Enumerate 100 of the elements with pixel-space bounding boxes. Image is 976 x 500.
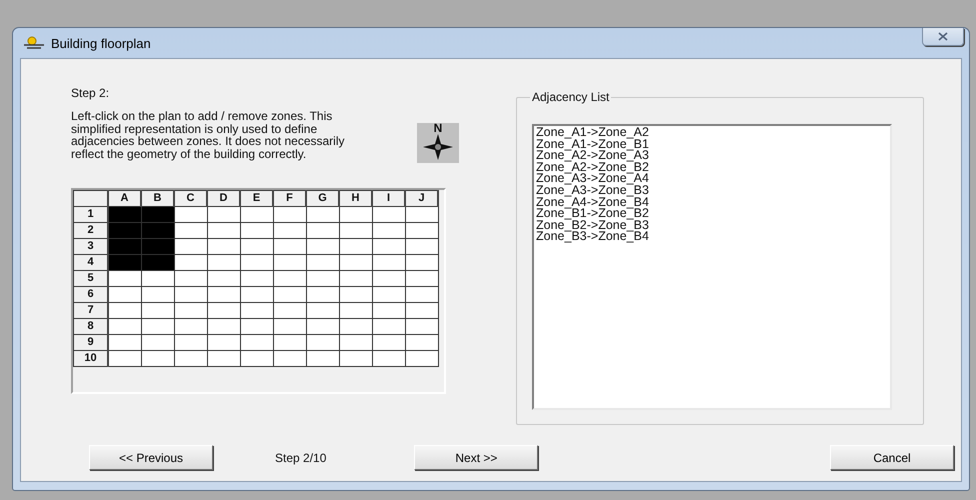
grid-cell[interactable] [141, 350, 174, 366]
list-item[interactable]: Zone_B3->Zone_B4 [536, 231, 649, 243]
grid-cell[interactable] [174, 350, 207, 366]
list-item[interactable]: Zone_A1->Zone_B1 [536, 138, 649, 150]
grid-cell[interactable] [141, 318, 174, 334]
grid-cell[interactable] [108, 350, 141, 366]
grid-cell[interactable] [273, 302, 306, 318]
grid-cell[interactable] [339, 318, 372, 334]
grid-cell[interactable] [306, 318, 339, 334]
grid-cell[interactable] [207, 254, 240, 270]
grid-cell[interactable] [405, 350, 438, 366]
grid-cell[interactable] [306, 302, 339, 318]
grid-cell[interactable] [240, 238, 273, 254]
grid-cell[interactable] [372, 238, 405, 254]
grid-cell[interactable] [372, 222, 405, 238]
grid-cell[interactable] [306, 254, 339, 270]
close-button[interactable] [922, 28, 964, 46]
grid-cell[interactable] [306, 206, 339, 222]
grid-cell[interactable] [108, 206, 141, 222]
grid-cell[interactable] [372, 270, 405, 286]
grid-cell[interactable] [405, 206, 438, 222]
grid-cell[interactable] [339, 222, 372, 238]
grid-cell[interactable] [141, 206, 174, 222]
grid-cell[interactable] [174, 254, 207, 270]
grid-cell[interactable] [372, 206, 405, 222]
grid-cell[interactable] [108, 334, 141, 350]
grid-cell[interactable] [405, 254, 438, 270]
grid-cell[interactable] [273, 334, 306, 350]
grid-cell[interactable] [207, 222, 240, 238]
grid-cell[interactable] [273, 238, 306, 254]
grid-cell[interactable] [339, 254, 372, 270]
grid-cell[interactable] [273, 318, 306, 334]
grid-cell[interactable] [207, 238, 240, 254]
grid-cell[interactable] [339, 238, 372, 254]
grid-cell[interactable] [207, 286, 240, 302]
grid-cell[interactable] [372, 334, 405, 350]
grid-cell[interactable] [207, 334, 240, 350]
grid-cell[interactable] [240, 254, 273, 270]
grid-cell[interactable] [306, 350, 339, 366]
grid-cell[interactable] [372, 254, 405, 270]
grid-cell[interactable] [372, 318, 405, 334]
list-item[interactable]: Zone_A2->Zone_B2 [536, 162, 649, 174]
grid-cell[interactable] [405, 270, 438, 286]
grid-cell[interactable] [174, 238, 207, 254]
grid-cell[interactable] [141, 270, 174, 286]
grid-cell[interactable] [306, 334, 339, 350]
list-item[interactable]: Zone_A4->Zone_B4 [536, 196, 649, 208]
grid-cell[interactable] [372, 302, 405, 318]
grid-cell[interactable] [273, 270, 306, 286]
grid-cell[interactable] [141, 334, 174, 350]
grid-cell[interactable] [405, 238, 438, 254]
grid-cell[interactable] [306, 238, 339, 254]
grid-cell[interactable] [405, 286, 438, 302]
grid-cell[interactable] [240, 206, 273, 222]
grid-cell[interactable] [174, 270, 207, 286]
grid-cell[interactable] [108, 286, 141, 302]
grid-cell[interactable] [141, 302, 174, 318]
grid-cell[interactable] [339, 270, 372, 286]
grid-cell[interactable] [273, 254, 306, 270]
grid-cell[interactable] [108, 318, 141, 334]
grid-cell[interactable] [174, 222, 207, 238]
grid-cell[interactable] [240, 222, 273, 238]
grid-cell[interactable] [174, 318, 207, 334]
grid-cell[interactable] [141, 238, 174, 254]
list-item[interactable]: Zone_A2->Zone_A3 [536, 150, 649, 162]
grid-cell[interactable] [174, 302, 207, 318]
grid-cell[interactable] [405, 222, 438, 238]
grid-cell[interactable] [240, 350, 273, 366]
grid-cell[interactable] [273, 286, 306, 302]
grid-cell[interactable] [240, 270, 273, 286]
previous-button[interactable]: << Previous [89, 445, 213, 470]
grid-cell[interactable] [273, 206, 306, 222]
grid-cell[interactable] [207, 350, 240, 366]
grid-cell[interactable] [207, 270, 240, 286]
cancel-button[interactable]: Cancel [830, 445, 954, 470]
grid-cell[interactable] [207, 318, 240, 334]
grid-cell[interactable] [273, 350, 306, 366]
adjacency-listbox[interactable]: Zone_A1->Zone_A2 Zone_A1->Zone_B1 Zone_A2->Zone_A3 Zone_A2->Zone_B2 Zone_A3->Zone_A4 Zone_A3->Zone_B3 Zone_A4->Zone_B4 Zone_B1->Zone_B2 Zone_B2->Zone_B3 Zone_B3->Zone_B4 [532, 124, 892, 410]
grid-cell[interactable] [306, 286, 339, 302]
grid-cell[interactable] [339, 350, 372, 366]
grid-cell[interactable] [372, 350, 405, 366]
grid-cell[interactable] [240, 334, 273, 350]
grid-cell[interactable] [108, 238, 141, 254]
list-item[interactable]: Zone_A3->Zone_B3 [536, 184, 649, 197]
grid-cell[interactable] [207, 206, 240, 222]
grid-cell[interactable] [240, 302, 273, 318]
grid-cell[interactable] [405, 318, 438, 334]
grid-cell[interactable] [339, 206, 372, 222]
grid-cell[interactable] [240, 286, 273, 302]
grid-cell[interactable] [174, 334, 207, 350]
list-item[interactable]: Zone_A3->Zone_A4 [536, 173, 649, 185]
grid-cell[interactable] [306, 222, 339, 238]
grid-cell[interactable] [174, 286, 207, 302]
grid-cell[interactable] [141, 286, 174, 302]
list-item[interactable]: Zone_A1->Zone_A2 [536, 127, 649, 139]
grid-cell[interactable] [405, 334, 438, 350]
grid-cell[interactable] [141, 254, 174, 270]
grid-cell[interactable] [108, 270, 141, 286]
grid-cell[interactable] [339, 334, 372, 350]
grid-cell[interactable] [108, 302, 141, 318]
